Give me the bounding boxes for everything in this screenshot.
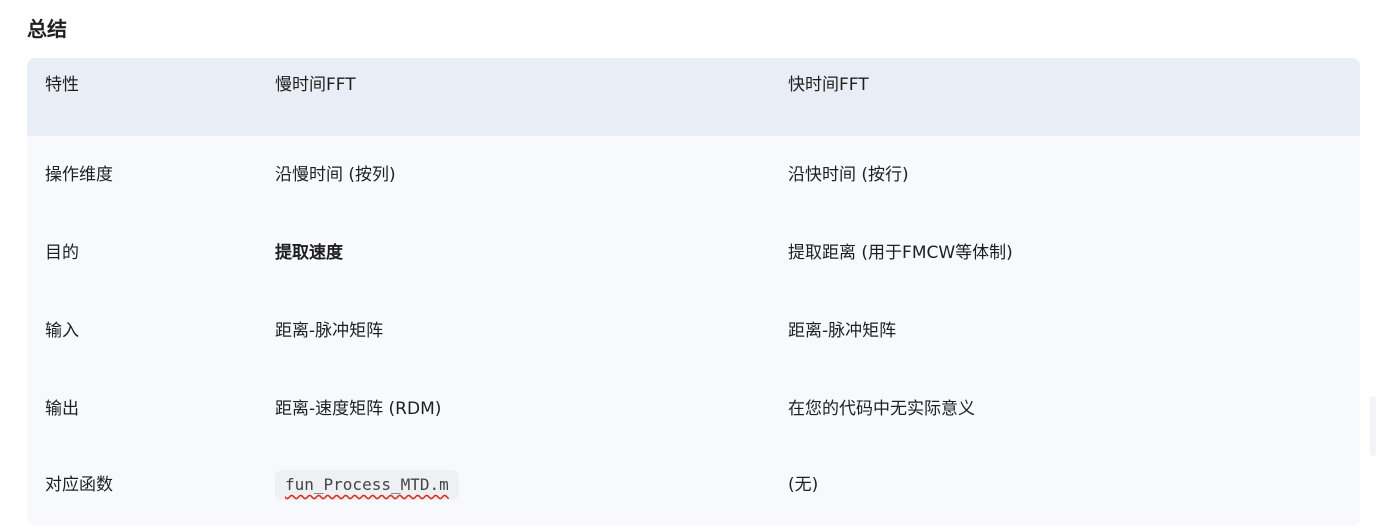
cell-feature: 目的	[45, 243, 79, 263]
scrollbar[interactable]	[1370, 396, 1376, 456]
comparison-table: 特性 慢时间FFT 快时间FFT 操作维度 沿慢时间 (按列) 沿快时间 (按行…	[27, 58, 1360, 526]
table-header-row: 特性 慢时间FFT 快时间FFT	[27, 58, 1360, 136]
cell-fast: (无)	[788, 475, 819, 495]
cell-feature: 输出	[45, 399, 79, 419]
table-row: 输入 距离-脉冲矩阵 距离-脉冲矩阵	[27, 292, 1360, 370]
cell-slow: 提取速度	[275, 243, 343, 263]
cell-fast: 提取距离 (用于FMCW等体制)	[788, 243, 1013, 263]
header-feature: 特性	[27, 58, 257, 136]
section-heading: 总结	[27, 17, 67, 41]
table-row: 目的 提取速度 提取距离 (用于FMCW等体制)	[27, 214, 1360, 292]
cell-feature: 操作维度	[45, 165, 113, 185]
cell-slow: 沿慢时间 (按列)	[275, 165, 396, 185]
cell-slow: 距离-脉冲矩阵	[275, 321, 384, 341]
header-slow-time-fft: 慢时间FFT	[257, 58, 770, 136]
header-fast-time-fft: 快时间FFT	[770, 58, 1360, 136]
cell-fast: 沿快时间 (按行)	[788, 165, 909, 185]
cell-feature: 对应函数	[45, 475, 113, 495]
table-row: 输出 距离-速度矩阵 (RDM) 在您的代码中无实际意义	[27, 370, 1360, 448]
cell-fast: 在您的代码中无实际意义	[788, 399, 975, 419]
cell-fast: 距离-脉冲矩阵	[788, 321, 897, 341]
table-row: 操作维度 沿慢时间 (按列) 沿快时间 (按行)	[27, 136, 1360, 214]
table-row: 对应函数 fun_Process_MTD.m (无)	[27, 448, 1360, 522]
cell-slow: fun_Process_MTD.m	[257, 448, 770, 522]
cell-slow: 距离-速度矩阵 (RDM)	[275, 399, 442, 419]
cell-feature: 输入	[45, 321, 79, 341]
inline-code-function: fun_Process_MTD.m	[275, 470, 459, 500]
